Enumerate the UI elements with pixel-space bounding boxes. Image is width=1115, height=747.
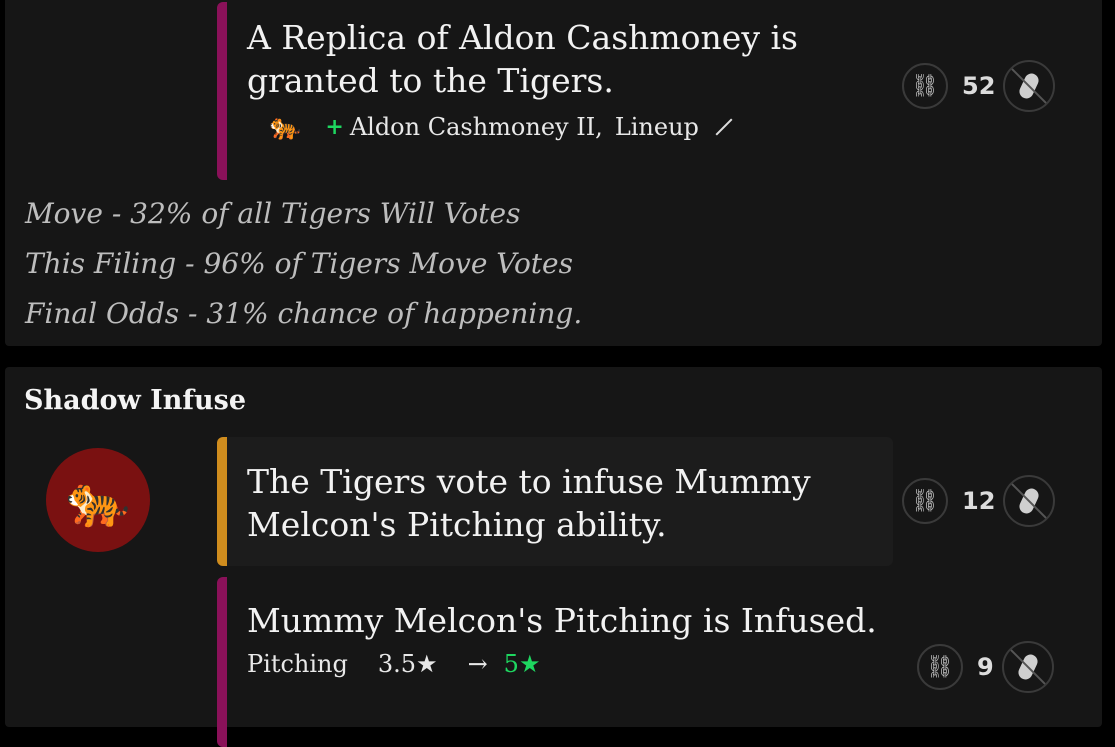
event-meta: ⛓ 52 [902,60,1056,112]
odds-line: This Filing - 96% of Tigers Move Votes [25,247,573,280]
stat-from: 3.5★ [377,650,438,678]
stat-label: Pitching [247,650,348,678]
event-text: A Replica of Aldon Cashmoney is granted … [247,18,798,100]
tigers-logo[interactable]: 🐅 [46,448,150,552]
upvote-count: 12 [962,487,996,515]
slash-icon [715,118,733,136]
link-icon[interactable]: ⛓ [902,63,948,109]
location-label: Lineup [614,113,699,141]
upvote-count: 9 [977,653,994,681]
plus-icon: + [325,114,344,140]
odds-list: Move - 32% of all Tigers Will Votes This… [25,189,582,339]
peanut-icon[interactable] [1003,475,1056,527]
event-text: The Tigers vote to infuse Mummy Melcon's… [247,462,811,544]
event-text: Mummy Melcon's Pitching is Infused. [247,601,877,640]
peanut-icon[interactable] [1003,60,1056,112]
odds-line: Final Odds - 31% chance of happening. [25,297,583,330]
feed-event[interactable]: Mummy Melcon's Pitching is Infused. Pitc… [217,577,893,747]
odds-line: Move - 32% of all Tigers Will Votes [25,197,521,230]
event-meta: ⛓ 12 [902,475,1056,527]
section-title: Shadow Infuse [24,385,247,416]
feed-event[interactable]: The Tigers vote to infuse Mummy Melcon's… [217,437,893,566]
feed-event[interactable]: A Replica of Aldon Cashmoney is granted … [217,2,893,180]
peanut-icon[interactable] [1001,641,1054,693]
stat-to: 5★ [503,650,541,678]
link-icon[interactable]: ⛓ [917,644,963,690]
tiger-icon: 🐅 [269,112,302,142]
tiger-icon: 🐅 [65,470,131,531]
feed-card: A Replica of Aldon Cashmoney is granted … [5,0,1102,346]
player-name[interactable]: Aldon Cashmoney II, [350,113,603,141]
feed-card: Shadow Infuse 🐅 The Tigers vote to infus… [5,367,1102,747]
upvote-count: 52 [962,72,996,100]
link-icon[interactable]: ⛓ [902,478,948,524]
arrow-icon: → [467,650,488,678]
event-changes: Pitching 3.5★ → 5★ [247,650,893,678]
event-meta: ⛓ 9 [917,641,1054,693]
event-changes: 🐅 + Aldon Cashmoney II, Lineup [269,112,893,142]
